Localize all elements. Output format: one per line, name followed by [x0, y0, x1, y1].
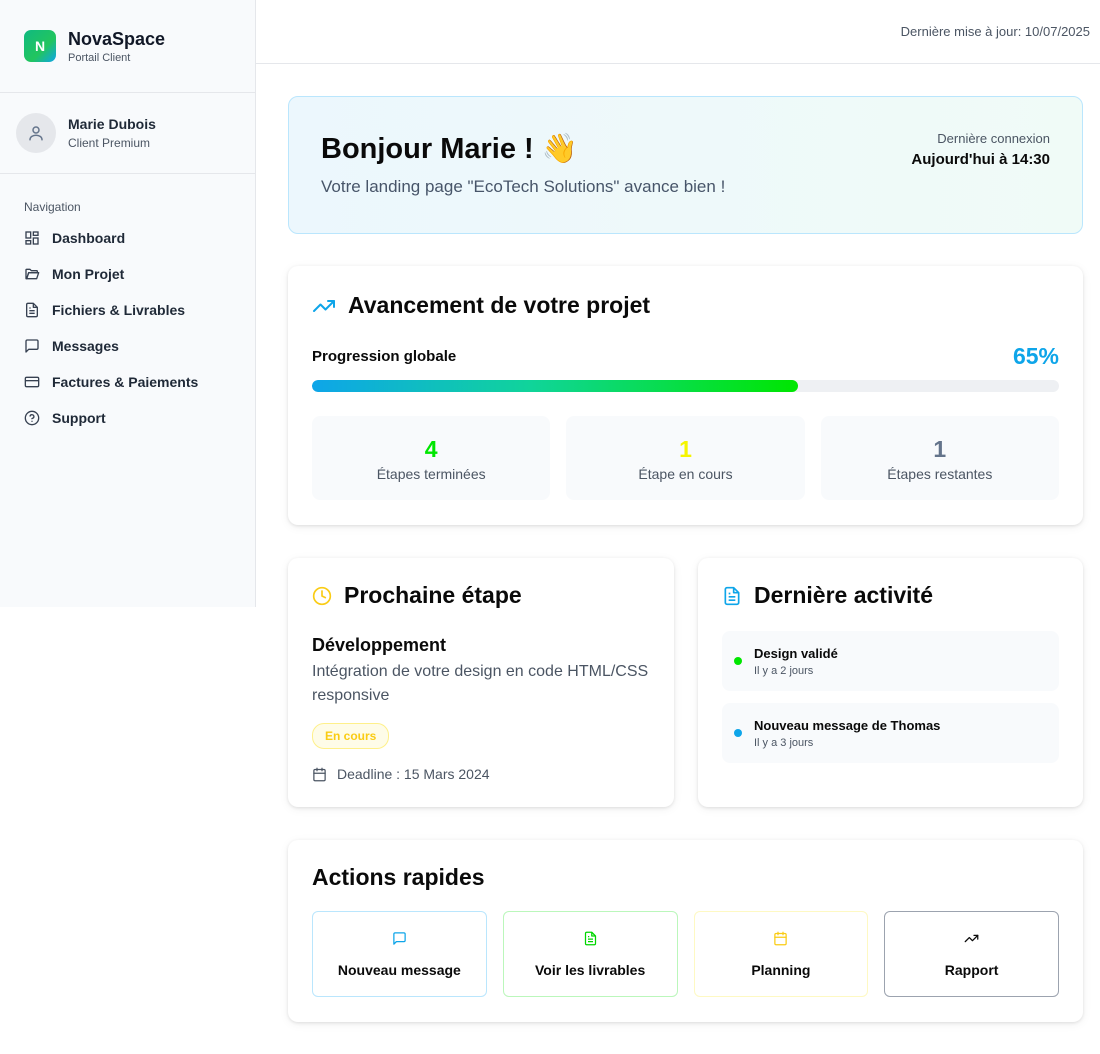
sidebar-item-invoices[interactable]: Factures & Paiements: [0, 364, 255, 400]
activity-title-item: Nouveau message de Thomas: [754, 717, 941, 733]
progress-bar: [312, 380, 1059, 392]
message-icon: [25, 339, 39, 353]
nav-list: Dashboard Mon Projet Fichiers & Livrable…: [0, 220, 255, 436]
stat-label: Étape en cours: [638, 466, 733, 482]
welcome-banner: Bonjour Marie ! 👋 Votre landing page "Ec…: [288, 96, 1083, 234]
sidebar-item-label: Messages: [52, 338, 119, 354]
step-description: Intégration de votre design en code HTML…: [312, 663, 649, 704]
view-deliverables-button[interactable]: Voir les livrables: [502, 911, 678, 997]
file-icon: [584, 931, 596, 945]
activity-card: Dernière activité Design validé Il y a 2…: [698, 558, 1083, 807]
nav-title: Navigation: [24, 200, 81, 214]
file-icon: [26, 302, 38, 318]
sidebar-item-label: Mon Projet: [52, 266, 125, 282]
user-profile[interactable]: Marie Dubois Client Premium: [0, 93, 255, 174]
quick-actions-title: Actions rapides: [312, 864, 485, 890]
sidebar-item-label: Support: [52, 410, 106, 426]
brand-name: NovaSpace: [68, 29, 166, 49]
progress-bar-fill: [312, 380, 798, 392]
sidebar-item-support[interactable]: Support: [0, 400, 255, 436]
sidebar: N NovaSpace Portail Client Marie Dubois …: [0, 0, 256, 607]
calendar-icon: [774, 931, 788, 945]
progress-value: 65%: [1012, 343, 1059, 369]
dashboard-icon: [25, 231, 39, 245]
welcome-message: Votre landing page "EcoTech Solutions" a…: [321, 177, 726, 196]
stat-number: 4: [424, 436, 438, 462]
avatar: [16, 113, 56, 153]
document-icon: [724, 586, 740, 605]
action-label: Rapport: [944, 961, 999, 978]
brand: N NovaSpace Portail Client: [0, 0, 255, 93]
quick-actions: Nouveau message Voir les livrables Plann…: [312, 911, 1059, 997]
status-dot: [734, 657, 742, 665]
last-login-value: Aujourd'hui à 14:30: [911, 151, 1050, 168]
next-step-card: Prochaine étape Développement Intégratio…: [288, 558, 674, 807]
list-item[interactable]: Nouveau message de Thomas Il y a 3 jours: [722, 703, 1059, 763]
planning-button[interactable]: Planning: [693, 911, 869, 997]
message-icon: [393, 931, 406, 945]
next-step-title-text: Prochaine étape: [344, 582, 522, 608]
progress-card: Avancement de votre projet Progression g…: [288, 266, 1083, 525]
sidebar-item-messages[interactable]: Messages: [0, 328, 255, 364]
stat-in-progress: 1 Étape en cours: [566, 416, 805, 500]
activity-title-text: Dernière activité: [754, 582, 933, 608]
progress-title: Avancement de votre projet: [312, 292, 1059, 319]
activity-list: Design validé Il y a 2 jours Nouveau mes…: [722, 631, 1059, 763]
sidebar-item-dashboard[interactable]: Dashboard: [0, 220, 255, 256]
action-label: Voir les livrables: [535, 961, 646, 978]
user-tier: Client Premium: [68, 136, 151, 150]
sidebar-item-label: Dashboard: [52, 230, 126, 246]
sidebar-item-label: Factures & Paiements: [52, 374, 199, 390]
stat-completed: 4 Étapes terminées: [312, 416, 551, 500]
deadline: Deadline : 15 Mars 2024: [312, 766, 650, 782]
clock-icon: [312, 586, 332, 605]
sidebar-item-files[interactable]: Fichiers & Livrables: [0, 292, 255, 328]
credit-card-icon: [24, 376, 40, 388]
help-icon: [24, 410, 40, 426]
user-icon: [29, 126, 43, 141]
status-dot: [734, 729, 742, 737]
sidebar-item-label: Fichiers & Livrables: [52, 302, 186, 318]
activity-time: Il y a 3 jours: [754, 736, 814, 749]
quick-actions-card: Actions rapides Nouveau message Voir les…: [288, 840, 1083, 1022]
next-step-title: Prochaine étape: [312, 582, 650, 609]
stat-number: 1: [679, 436, 692, 462]
folder-icon: [25, 268, 40, 280]
progress-label: Progression globale: [312, 348, 457, 365]
activity-title-item: Design validé: [754, 645, 838, 661]
stat-remaining: 1 Étapes restantes: [820, 416, 1059, 500]
action-label: Planning: [751, 961, 811, 978]
activity-time: Il y a 2 jours: [754, 664, 814, 677]
topbar: Dernière mise à jour: 10/07/2025: [256, 0, 1100, 64]
progress-stats: 4 Étapes terminées 1 Étape en cours 1 Ét…: [312, 416, 1059, 500]
last-update: Dernière mise à jour: 10/07/2025: [900, 24, 1090, 39]
activity-title: Dernière activité: [722, 582, 1059, 609]
trend-icon: [313, 299, 335, 312]
brand-logo: N: [24, 30, 56, 62]
action-label: Nouveau message: [337, 961, 461, 978]
new-message-button[interactable]: Nouveau message: [312, 911, 487, 997]
stat-label: Étapes terminées: [376, 466, 486, 482]
trend-icon: [964, 934, 979, 942]
report-button[interactable]: Rapport: [884, 911, 1059, 997]
list-item[interactable]: Design validé Il y a 2 jours: [722, 631, 1059, 691]
brand-subtitle: Portail Client: [68, 52, 131, 64]
last-login-label: Dernière connexion: [937, 131, 1050, 146]
user-name: Marie Dubois: [68, 116, 156, 132]
status-badge: En cours: [312, 723, 390, 749]
last-login: Dernière connexion Aujourd'hui à 14:30: [911, 131, 1050, 168]
progress-title-text: Avancement de votre projet: [348, 292, 651, 318]
stat-label: Étapes restantes: [887, 466, 993, 482]
calendar-icon: [313, 767, 326, 781]
stat-number: 1: [933, 436, 947, 462]
deadline-text: Deadline : 15 Mars 2024: [337, 766, 490, 782]
sidebar-item-project[interactable]: Mon Projet: [0, 256, 255, 292]
step-name: Développement: [312, 635, 447, 655]
